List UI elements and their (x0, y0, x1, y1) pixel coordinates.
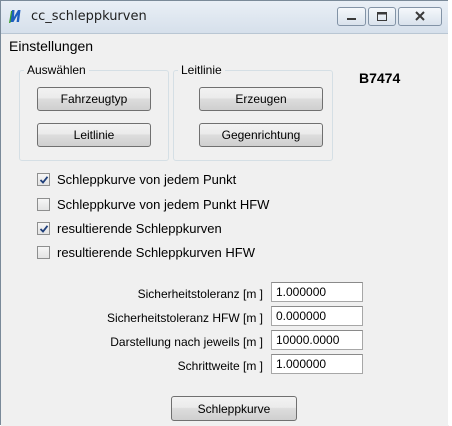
fahrzeugtyp-button[interactable]: Fahrzeugtyp (37, 87, 151, 111)
auswaehlen-group: Auswählen Fahrzeugtyp Leitlinie (19, 63, 169, 161)
checkbox[interactable] (37, 246, 50, 259)
app-window: cc_schleppkurven Einstellungen Auswählen… (0, 0, 450, 426)
checkbox[interactable] (37, 173, 50, 186)
darstellung-input[interactable] (271, 330, 363, 350)
vehicle-code: B7474 (359, 70, 401, 86)
minimize-icon (347, 18, 356, 20)
field-label: Sicherheitstoleranz [m ] (137, 287, 263, 301)
leitlinie-group-label: Leitlinie (178, 63, 225, 77)
checkbox[interactable] (37, 198, 50, 211)
menu-einstellungen[interactable]: Einstellungen (9, 38, 93, 54)
checkmark-icon (39, 225, 49, 233)
title-bar[interactable]: cc_schleppkurven (1, 1, 449, 34)
close-icon (415, 11, 425, 21)
gegenrichtung-button[interactable]: Gegenrichtung (199, 123, 323, 147)
sicherheitstoleranz-hfw-input[interactable] (271, 306, 363, 326)
field-label: Sicherheitstoleranz HFW [m ] (106, 311, 263, 325)
checkmark-icon (39, 176, 49, 184)
checkbox-label: Schleppkurve von jedem Punkt HFW (57, 197, 270, 212)
maximize-icon (377, 12, 387, 21)
checkbox-label: resultierende Schleppkurven HFW (57, 245, 255, 260)
field-label: Darstellung nach jeweils [m ] (110, 335, 263, 349)
menu-bar: Einstellungen (1, 34, 449, 58)
checkbox-label: Schleppkurve von jedem Punkt (57, 172, 237, 187)
maximize-button[interactable] (368, 7, 396, 26)
field-label: Schrittweite [m ] (177, 359, 263, 373)
minimize-button[interactable] (337, 7, 366, 26)
schleppkurve-button[interactable]: Schleppkurve (171, 396, 297, 421)
window-edge (448, 0, 452, 425)
window-title: cc_schleppkurven (31, 9, 147, 24)
main-panel: Auswählen Fahrzeugtyp Leitlinie Leitlini… (1, 58, 449, 426)
mu-app-icon (9, 10, 21, 23)
leitlinie-select-button[interactable]: Leitlinie (37, 123, 151, 147)
checkbox[interactable] (37, 222, 50, 235)
auswaehlen-group-label: Auswählen (24, 63, 89, 77)
checkbox-label: resultierende Schleppkurven (57, 221, 222, 236)
schrittweite-input[interactable] (271, 354, 363, 374)
close-button[interactable] (398, 7, 442, 26)
sicherheitstoleranz-input[interactable] (271, 282, 363, 302)
erzeugen-button[interactable]: Erzeugen (199, 87, 323, 111)
leitlinie-group: Leitlinie Erzeugen Gegenrichtung (173, 63, 333, 161)
